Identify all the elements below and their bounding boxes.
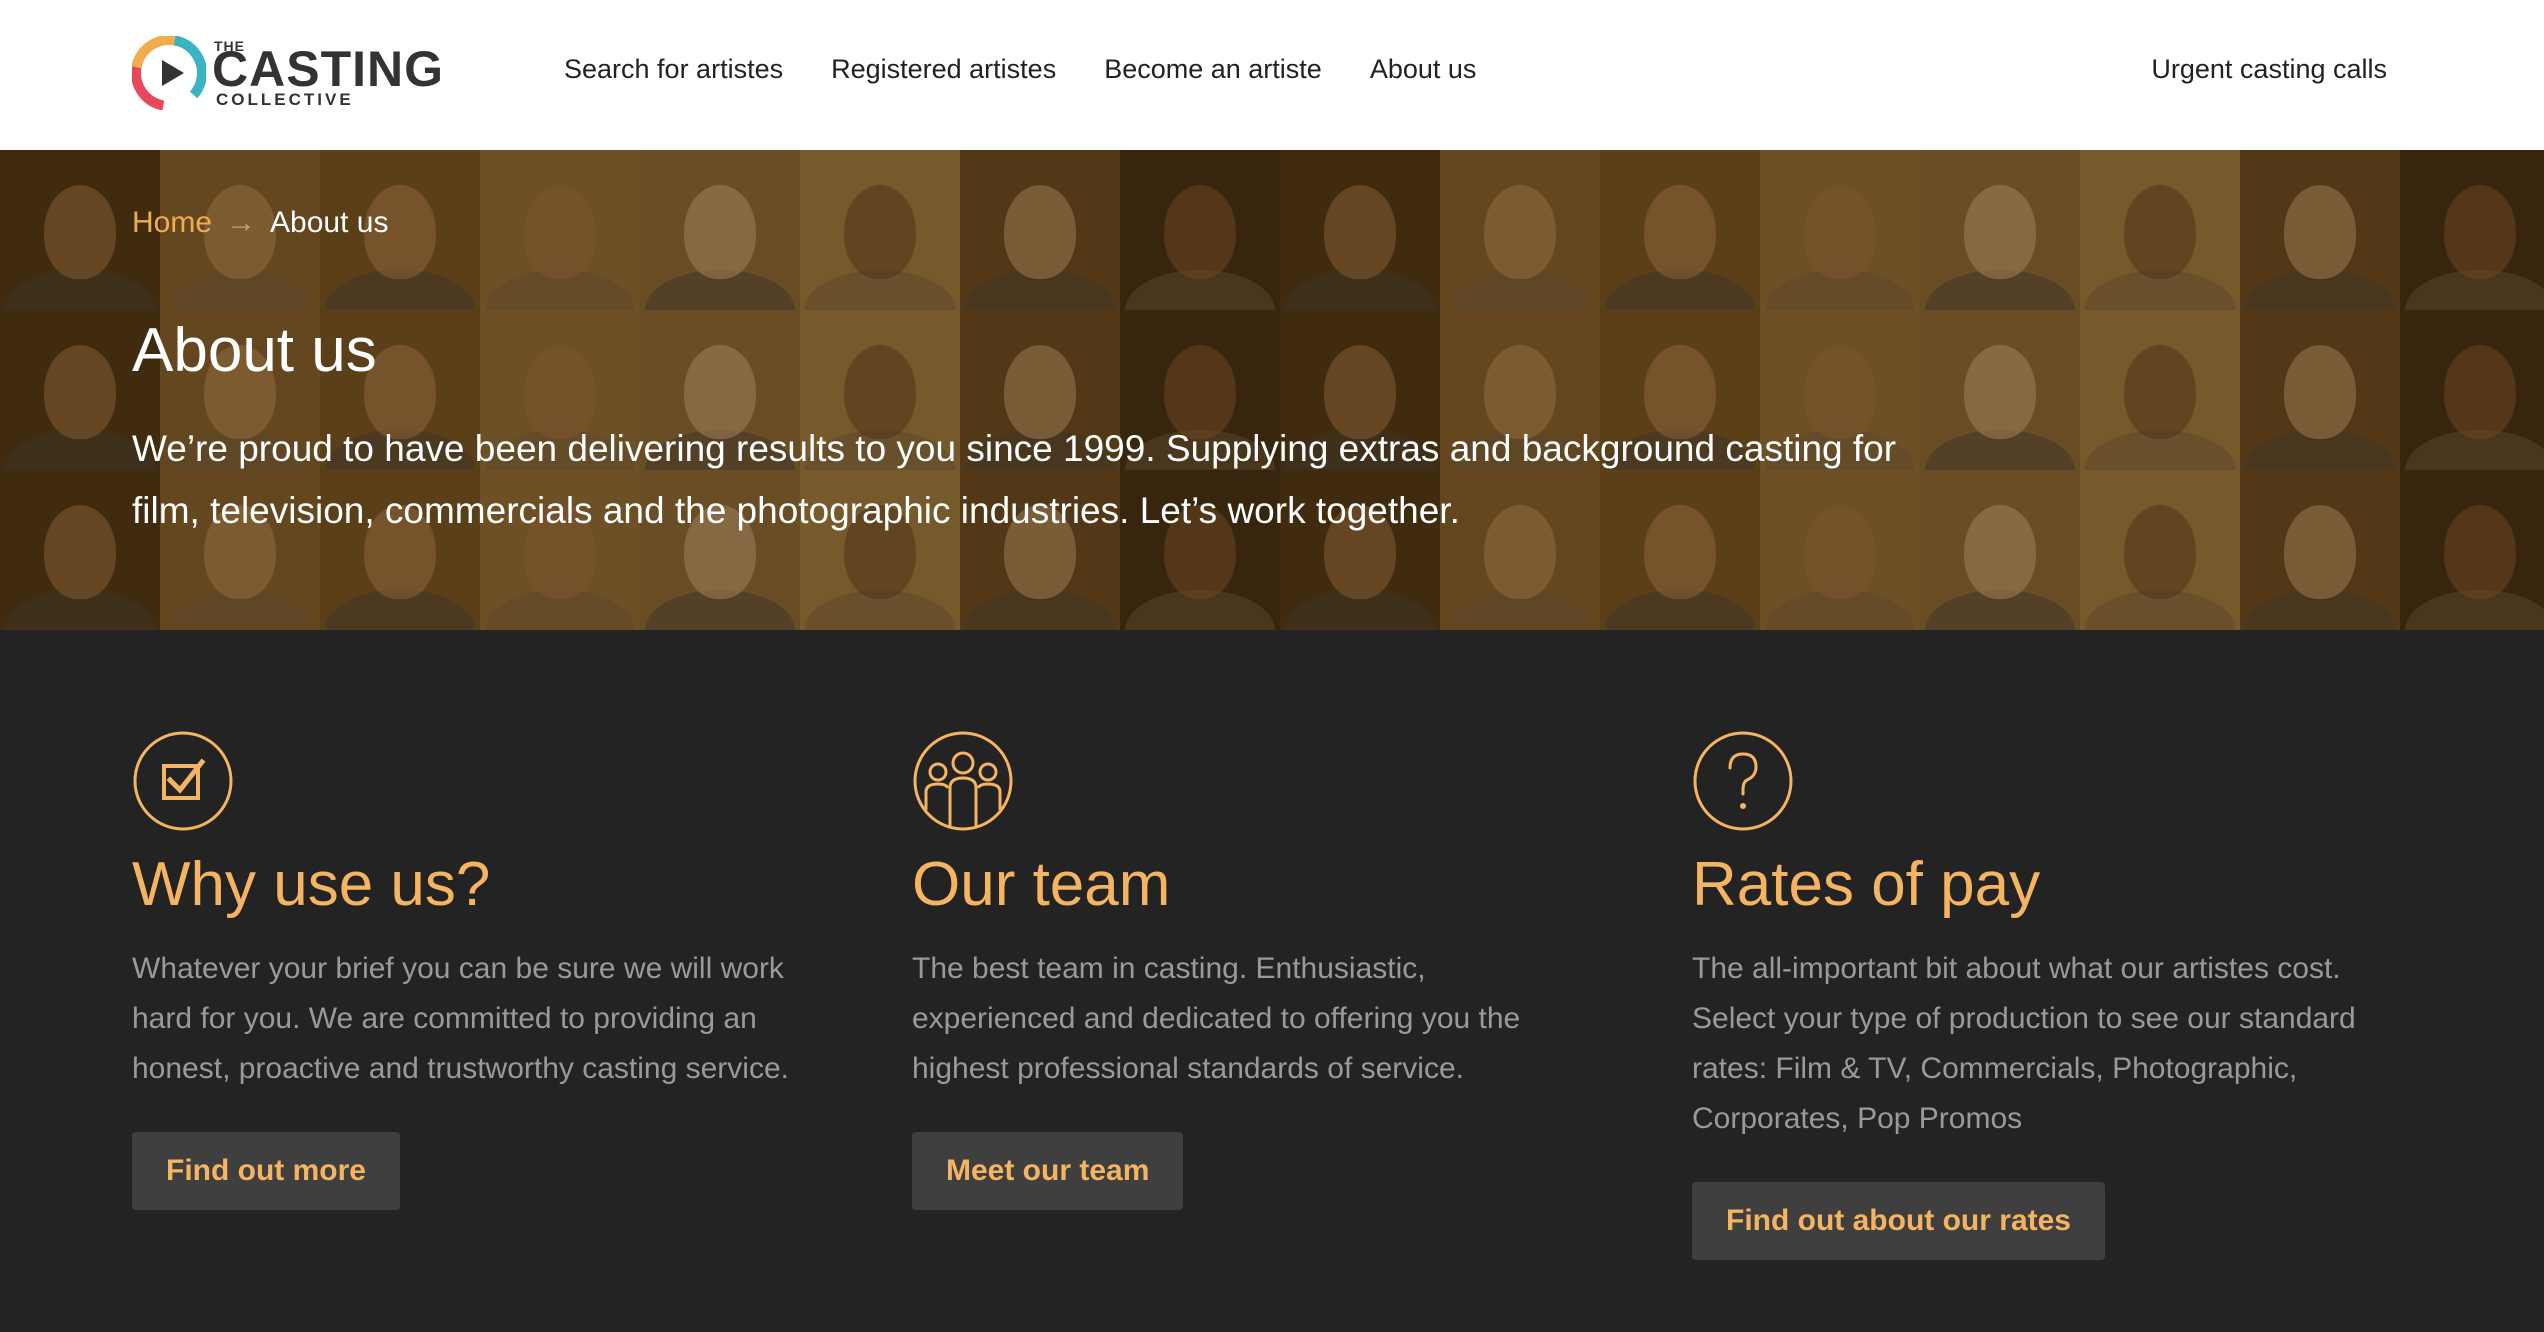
nav-become-artiste[interactable]: Become an artiste xyxy=(1104,54,1322,85)
feature-title: Rates of pay xyxy=(1692,850,2041,919)
nav-urgent-casting-calls[interactable]: Urgent casting calls xyxy=(2151,54,2387,85)
logo-collective-text: COLLECTIVE xyxy=(216,90,354,109)
feature-text: Whatever your brief you can be sure we w… xyxy=(132,952,789,1086)
meet-our-team-button[interactable]: Meet our team xyxy=(912,1132,1184,1211)
team-icon xyxy=(913,731,1013,831)
nav-search-artistes[interactable]: Search for artistes xyxy=(564,54,783,85)
find-out-more-button[interactable]: Find out more xyxy=(132,1132,400,1211)
feature-text: The best team in casting. Enthusiastic, … xyxy=(912,952,1521,1086)
feature-title: Our team xyxy=(912,850,1171,919)
find-out-about-rates-button[interactable]: Find out about our rates xyxy=(1692,1182,2105,1261)
breadcrumb-home-link[interactable]: Home xyxy=(132,206,212,239)
nav-registered-artistes[interactable]: Registered artistes xyxy=(831,54,1056,85)
logo-link[interactable]: THE CASTING COLLECTIVE xyxy=(132,34,502,114)
features-section: Why use us? Whatever your brief you can … xyxy=(0,630,2544,1332)
nav-about-us[interactable]: About us xyxy=(1370,54,1477,85)
feature-text: The all-important bit about what our art… xyxy=(1692,952,2356,1136)
breadcrumb: Home → About us xyxy=(132,206,388,240)
feature-our-team: Our team The best team in casting. Enthu… xyxy=(912,730,1612,1211)
feature-why-use-us: Why use us? Whatever your brief you can … xyxy=(132,730,832,1211)
main-nav: Search for artistes Registered artistes … xyxy=(564,54,1476,85)
site-header: THE CASTING COLLECTIVE Search for artist… xyxy=(0,0,2544,150)
checkbox-icon xyxy=(133,731,233,831)
breadcrumb-arrow-icon: → xyxy=(226,206,257,239)
feature-title: Why use us? xyxy=(132,850,491,919)
question-icon xyxy=(1693,731,1793,831)
page-title: About us xyxy=(132,316,377,385)
breadcrumb-current: About us xyxy=(270,206,389,239)
feature-rates-of-pay: Rates of pay The all-important bit about… xyxy=(1692,730,2392,1261)
hero-banner: Home → About us About us We’re proud to ha… xyxy=(0,150,2544,630)
hero-intro-text: We’re proud to have been delivering resu… xyxy=(132,428,1897,531)
casting-logo-icon xyxy=(132,36,206,110)
logo-casting-text: CASTING xyxy=(212,41,444,97)
